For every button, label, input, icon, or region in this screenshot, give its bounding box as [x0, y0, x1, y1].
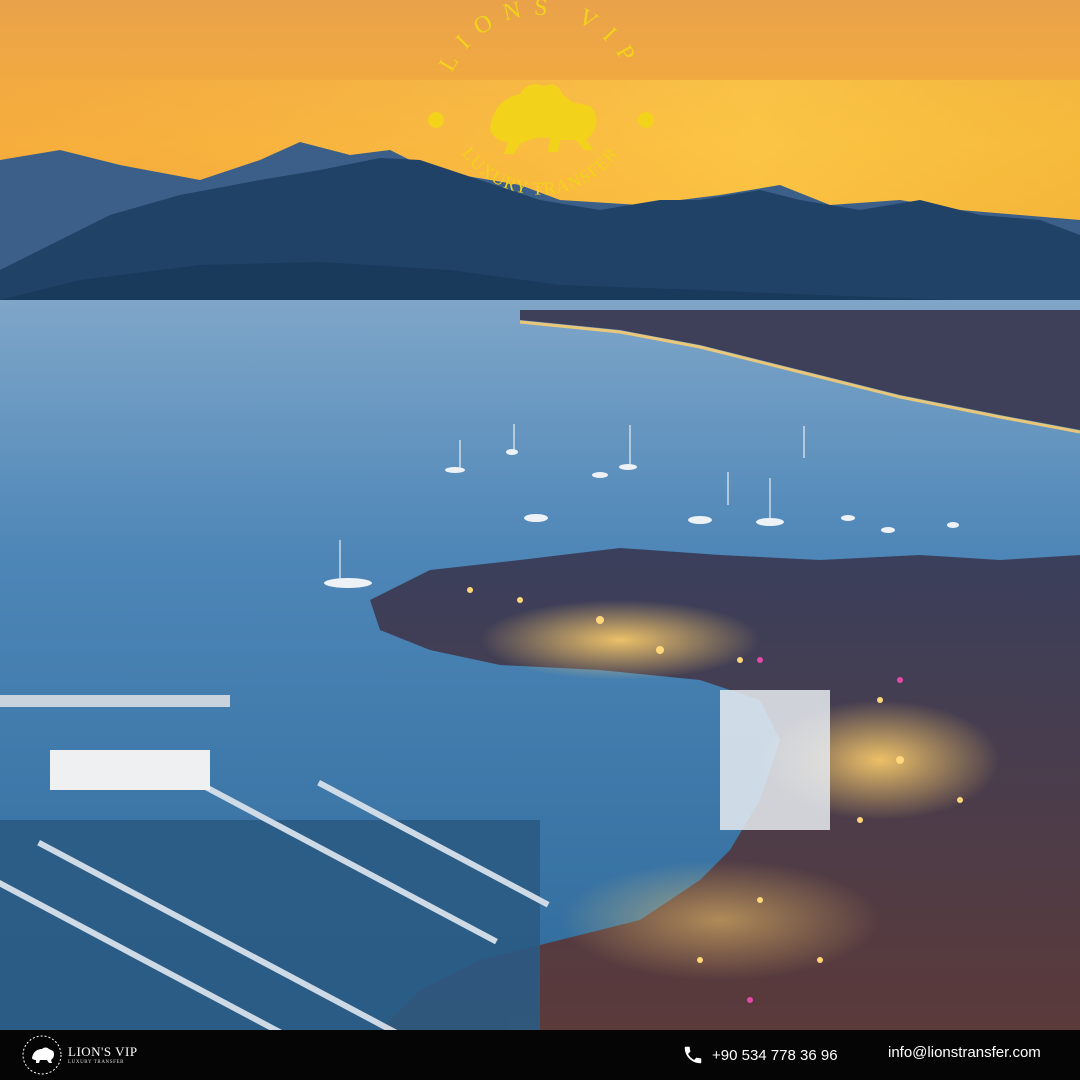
svg-text:LUXURY TRANSFER: LUXURY TRANSFER [458, 143, 622, 198]
footer-seal-icon [22, 1035, 62, 1075]
phone-icon [684, 1046, 702, 1064]
footer-logo: LION'S VIP LUXURY TRANSFER [20, 1033, 138, 1077]
lion-icon [490, 84, 597, 154]
footer-brand-name: LION'S VIP [68, 1043, 138, 1059]
email-link[interactable]: info@lionstransfer.com [888, 1044, 1041, 1061]
brand-seal-logo: LIONS VIP LUXURY TRANSFER [410, 0, 670, 240]
phone-contact[interactable]: +90 534 778 36 96 [682, 1044, 838, 1066]
footer-brand-sub: LUXURY TRANSFER [68, 1059, 125, 1065]
svg-text:LIONS VIP: LIONS VIP [434, 0, 645, 76]
seal-bottom-text: LUXURY TRANSFER [458, 143, 621, 198]
seal-top-text: LIONS VIP [434, 0, 633, 76]
phone-number[interactable]: +90 534 778 36 96 [712, 1047, 838, 1064]
footer-bar: LION'S VIP LUXURY TRANSFER +90 534 778 3… [0, 1030, 1080, 1080]
